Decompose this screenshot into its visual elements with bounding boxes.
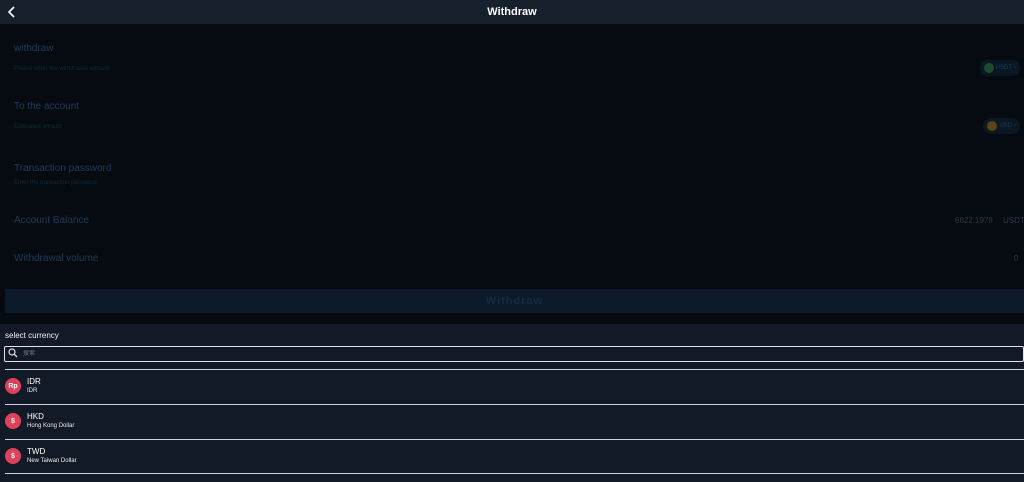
currency-code: HKD [27, 412, 44, 421]
search-box[interactable] [4, 346, 1024, 362]
withdraw-currency-selector[interactable]: USDT › [979, 60, 1020, 76]
divider [5, 473, 1024, 474]
currency-name: New Taiwan Dollar [27, 458, 77, 464]
currency-item-hkd[interactable]: $ HKD Hong Kong Dollar [0, 405, 1024, 439]
password-hint: Enter the transaction password [14, 180, 97, 186]
chevron-right-icon: › [1014, 123, 1016, 129]
usd-coin-icon [987, 121, 998, 131]
currency-badge-icon: $ [5, 413, 21, 429]
header-bar: Withdraw [0, 0, 1024, 24]
withdraw-form: withdraw Please enter the withdrawal amo… [0, 24, 1024, 324]
currency-name: Hong Kong Dollar [27, 423, 75, 429]
balance-unit: USDT [1003, 216, 1024, 225]
currency-badge-icon: Rp [5, 378, 21, 394]
usdt-coin-icon [983, 63, 994, 73]
search-icon [5, 345, 18, 363]
withdraw-button[interactable]: Withdraw [5, 289, 1024, 313]
currency-item-twd[interactable]: $ TWD New Taiwan Dollar [0, 440, 1024, 474]
to-account-hint: Estimated amount [14, 124, 63, 130]
currency-badge-icon: $ [5, 448, 21, 464]
withdraw-label: withdraw [14, 43, 54, 54]
to-account-label: To the account [14, 101, 80, 112]
balance-value: 6622.1979 [955, 216, 993, 225]
back-arrow-icon[interactable] [4, 3, 20, 21]
chevron-right-icon: › [1014, 65, 1016, 71]
balance-label: Account Balance [14, 215, 90, 226]
currency-item-idr[interactable]: Rp IDR IDR [0, 370, 1024, 404]
withdraw-hint: Please enter the withdrawal amount [14, 66, 110, 72]
to-account-currency-selector[interactable]: USD › [983, 118, 1020, 134]
password-label: Transaction password [14, 163, 112, 174]
currency-panel: select currency Rp IDR IDR $ HKD Hong Ko… [0, 326, 1024, 482]
volume-label: Withdrawal volume [14, 253, 99, 264]
currency-code: IDR [27, 377, 41, 386]
volume-value: 0 [1014, 254, 1019, 263]
currency-code: TWD [27, 447, 46, 456]
withdraw-currency-label: USDT [995, 65, 1012, 71]
to-account-currency-label: USD [999, 123, 1012, 129]
panel-title: select currency [5, 331, 59, 340]
currency-name: IDR [27, 388, 38, 394]
page-title: Withdraw [487, 6, 537, 18]
search-input[interactable] [21, 350, 925, 358]
